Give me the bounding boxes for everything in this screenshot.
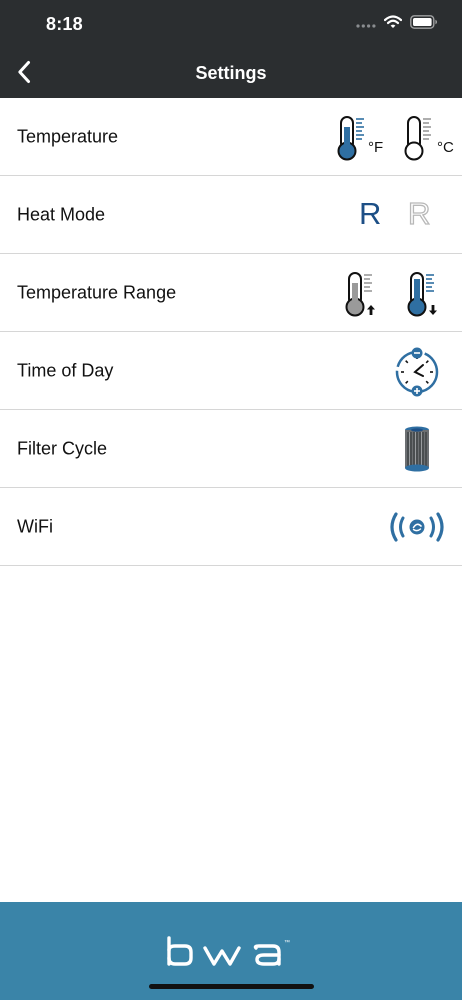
status-icons: [356, 15, 438, 34]
wifi-signal-icon[interactable]: [388, 510, 446, 549]
settings-row-temperature[interactable]: Temperature °F °C: [0, 98, 462, 176]
bwa-logo: ™: [165, 936, 297, 975]
thermometer-low-range-icon[interactable]: [405, 271, 441, 322]
wifi-icon: [383, 15, 403, 34]
celsius-unit-label: °C: [437, 139, 454, 156]
signal-dots-icon: [356, 16, 376, 34]
settings-row-time-of-day[interactable]: Time of Day: [0, 332, 462, 410]
status-time: 8:18: [46, 14, 83, 34]
settings-row-label: Temperature Range: [17, 282, 177, 302]
battery-icon: [410, 15, 438, 34]
fahrenheit-unit-label: °F: [368, 139, 384, 156]
settings-row-label: Temperature: [17, 126, 119, 146]
nav-bar: Settings: [0, 50, 462, 98]
settings-row-label: Filter Cycle: [17, 438, 108, 458]
settings-row-filter-cycle[interactable]: Filter Cycle: [0, 410, 462, 488]
status-bar: 8:18: [0, 0, 462, 50]
settings-row-label: WiFi: [17, 516, 53, 536]
clock-adjust-icon[interactable]: [392, 347, 442, 402]
heat-mode-ready-icon[interactable]: R: [359, 196, 381, 232]
filter-cartridge-icon[interactable]: [402, 425, 432, 478]
settings-row-label: Heat Mode: [17, 204, 106, 224]
heat-mode-rest-icon[interactable]: R: [407, 195, 431, 232]
trademark-mark: ™: [284, 939, 290, 946]
settings-row-wifi[interactable]: WiFi: [0, 488, 462, 566]
settings-row-label: Time of Day: [17, 360, 114, 380]
home-indicator[interactable]: [149, 984, 314, 989]
settings-list: Temperature °F °C Heat Mode R R Temperat…: [0, 98, 462, 566]
page-title: Settings: [195, 63, 267, 83]
thermometer-high-range-icon[interactable]: [343, 271, 379, 322]
settings-row-temperature-range[interactable]: Temperature Range: [0, 254, 462, 332]
settings-row-heat-mode[interactable]: Heat Mode R R: [0, 176, 462, 254]
